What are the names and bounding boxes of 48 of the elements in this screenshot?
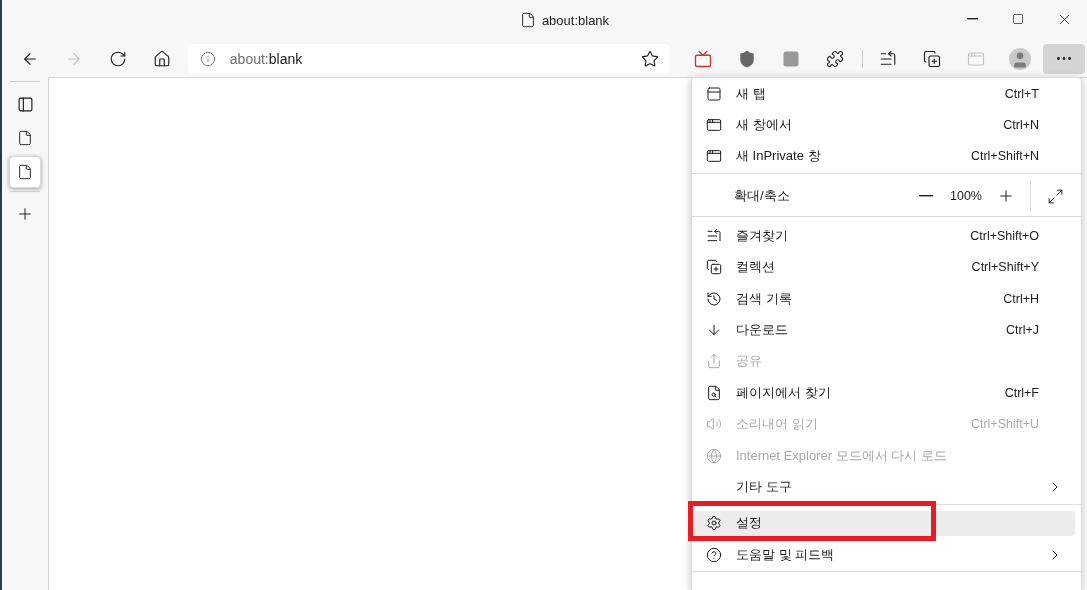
private-window-icon bbox=[706, 148, 722, 165]
info-icon bbox=[199, 50, 216, 67]
menu-item[interactable]: 도움말 및 피드백 bbox=[694, 542, 1075, 568]
page-icon bbox=[17, 164, 33, 180]
window-icon bbox=[967, 49, 986, 68]
expand-icon bbox=[1046, 187, 1064, 205]
page-icon bbox=[17, 130, 33, 146]
menu-item[interactable]: 기타 도구 bbox=[694, 474, 1075, 500]
find-page-icon bbox=[706, 384, 722, 401]
menu-label: 확대/축소 bbox=[734, 187, 791, 206]
minimize-icon bbox=[966, 18, 978, 20]
window-icon bbox=[706, 117, 722, 134]
share-icon bbox=[706, 353, 722, 370]
history-icon bbox=[706, 290, 722, 307]
page-icon bbox=[519, 12, 536, 28]
menu-item[interactable]: 새 InPrivate 창 Ctrl+Shift+N bbox=[694, 143, 1075, 170]
menu-item[interactable]: 새 창에서 Ctrl+N bbox=[694, 112, 1075, 138]
more-icon bbox=[1056, 57, 1071, 60]
tv-icon bbox=[694, 49, 713, 68]
square-icon bbox=[782, 49, 801, 68]
speaker-icon bbox=[706, 416, 722, 433]
menu-item[interactable]: 컬렉션 Ctrl+Shift+Y bbox=[694, 254, 1075, 280]
help-icon bbox=[706, 546, 722, 563]
collection-icon bbox=[706, 259, 722, 276]
menu-item[interactable]: 설정 bbox=[694, 510, 1075, 537]
address-field[interactable]: about:blank bbox=[187, 43, 671, 74]
maximize-icon bbox=[1012, 13, 1024, 25]
home-icon bbox=[152, 49, 171, 68]
settings-icon bbox=[706, 515, 722, 532]
star-icon bbox=[641, 49, 660, 68]
menu-item[interactable]: 다운로드 Ctrl+J bbox=[694, 317, 1075, 343]
puzzle-icon bbox=[826, 49, 845, 68]
window-title: about:blank bbox=[541, 12, 610, 28]
menu-item[interactable]: 검색 기록 Ctrl+H bbox=[694, 285, 1075, 312]
zoom-value: 100% bbox=[949, 189, 983, 204]
plus-icon bbox=[16, 205, 34, 223]
minus-icon bbox=[919, 195, 933, 197]
menu-item[interactable]: 즐겨찾기 Ctrl+Shift+O bbox=[694, 223, 1075, 249]
shield-icon bbox=[738, 49, 757, 68]
collection-icon bbox=[923, 49, 942, 68]
new-tab-icon bbox=[706, 85, 722, 102]
tab[interactable] bbox=[9, 156, 41, 188]
menu-item[interactable]: 새 탭 Ctrl+T bbox=[694, 81, 1075, 107]
globe-icon bbox=[706, 447, 722, 464]
refresh-icon bbox=[108, 49, 127, 68]
panel-icon bbox=[16, 95, 34, 113]
avatar-icon bbox=[1009, 47, 1031, 70]
menu-item[interactable]: 페이지에서 찾기 Ctrl+F bbox=[694, 380, 1075, 406]
